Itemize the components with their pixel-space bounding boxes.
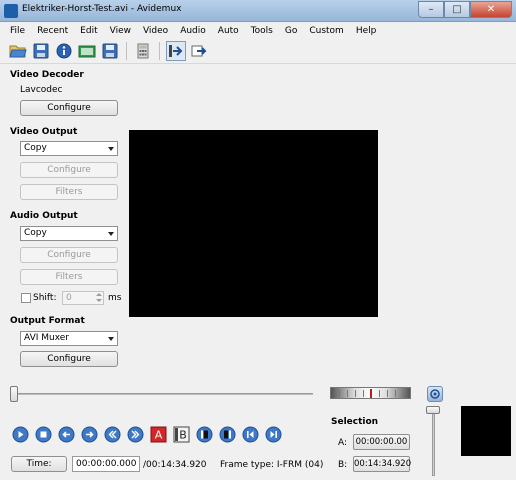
play-filtered-icon[interactable]: [166, 41, 186, 61]
toolbar: [0, 39, 516, 64]
menu-file[interactable]: File: [4, 26, 31, 36]
audio-output-configure-button[interactable]: Configure: [20, 247, 118, 263]
menu-tools[interactable]: Tools: [245, 26, 279, 36]
menu-go[interactable]: Go: [279, 26, 303, 36]
selection-a-label: A:: [338, 438, 348, 448]
stop-icon[interactable]: [34, 425, 52, 443]
jog-tick: [379, 390, 380, 397]
next-black-frame-icon[interactable]: [218, 425, 236, 443]
menu-edit[interactable]: Edit: [74, 26, 103, 36]
minimize-button[interactable]: –: [418, 1, 444, 18]
selection-a-button[interactable]: 00:00:00.00: [353, 434, 410, 450]
output-format-title: Output Format: [10, 316, 85, 326]
close-button[interactable]: ✕: [470, 1, 512, 18]
navigation-buttons: A B: [11, 424, 282, 444]
window-controls: – □ ✕: [418, 1, 512, 19]
output-format-select[interactable]: AVI Muxer: [20, 331, 118, 346]
video-preview: [129, 130, 378, 317]
menu-custom[interactable]: Custom: [303, 26, 349, 36]
chevron-down-icon: [108, 147, 114, 151]
audio-output-codec-select[interactable]: Copy: [20, 226, 118, 241]
audio-output-title: Audio Output: [10, 211, 78, 221]
spin-up-icon[interactable]: [96, 293, 102, 296]
output-format-value: AVI Muxer: [24, 333, 70, 343]
audio-shift-spinbox[interactable]: 0: [62, 291, 104, 305]
selection-title: Selection: [331, 417, 379, 427]
menu-video[interactable]: Video: [137, 26, 174, 36]
open-folder-icon[interactable]: [77, 41, 97, 61]
chevron-down-icon: [108, 232, 114, 236]
current-time-field[interactable]: 00:00:00.000: [72, 456, 140, 472]
previous-keyframe-icon[interactable]: [103, 425, 121, 443]
volume-slider-track[interactable]: [432, 407, 435, 476]
previous-frame-icon[interactable]: [57, 425, 75, 443]
selection-b-label: B:: [338, 460, 348, 470]
jog-shuttle[interactable]: [330, 387, 411, 399]
maximize-button[interactable]: □: [444, 1, 470, 18]
video-decoder-title: Video Decoder: [10, 70, 84, 80]
jog-tick: [387, 390, 388, 397]
jog-tick: [355, 390, 356, 397]
next-keyframe-icon[interactable]: [126, 425, 144, 443]
timeline-slider-handle[interactable]: [10, 386, 18, 402]
jog-tick: [347, 390, 348, 397]
jog-center-marker: [370, 389, 372, 398]
save-icon[interactable]: [31, 41, 51, 61]
jog-tick: [339, 390, 340, 397]
menu-help[interactable]: Help: [350, 26, 383, 36]
save-as-icon[interactable]: [100, 41, 120, 61]
set-marker-a-icon[interactable]: A: [149, 425, 167, 443]
volume-slider-handle[interactable]: [426, 406, 440, 414]
spin-down-icon[interactable]: [96, 299, 102, 302]
video-decoder-configure-button[interactable]: Configure: [20, 100, 118, 116]
video-output-configure-button[interactable]: Configure: [20, 162, 118, 178]
volume-icon[interactable]: [427, 386, 443, 402]
info-icon[interactable]: [54, 41, 74, 61]
selection-b-button[interactable]: 00:14:34.920: [353, 456, 411, 472]
jog-tick: [363, 390, 364, 397]
go-to-first-frame-icon[interactable]: [241, 425, 259, 443]
total-time: /00:14:34.920: [143, 460, 207, 470]
svg-text:B: B: [179, 428, 187, 441]
toolbar-separator: [126, 42, 127, 60]
svg-text:A: A: [154, 428, 162, 441]
avidemux-app-icon: [4, 4, 18, 18]
audio-output-filters-button[interactable]: Filters: [20, 269, 118, 285]
title-bar: Elektriker-Horst-Test.avi - Avidemux – □…: [0, 0, 516, 22]
calculator-icon[interactable]: [133, 41, 153, 61]
menu-auto[interactable]: Auto: [212, 26, 245, 36]
mini-preview: [461, 406, 511, 456]
output-format-configure-button[interactable]: Configure: [20, 351, 118, 367]
set-marker-b-icon[interactable]: B: [172, 425, 190, 443]
audio-shift-unit: ms: [108, 293, 122, 303]
previous-black-frame-icon[interactable]: [195, 425, 213, 443]
menu-bar: File Recent Edit View Video Audio Auto T…: [0, 22, 516, 39]
chevron-down-icon: [108, 337, 114, 341]
go-to-last-frame-icon[interactable]: [264, 425, 282, 443]
menu-audio[interactable]: Audio: [174, 26, 212, 36]
time-button[interactable]: Time:: [11, 456, 67, 472]
jog-tick: [395, 390, 396, 397]
video-output-codec-select[interactable]: Copy: [20, 141, 118, 156]
menu-view[interactable]: View: [104, 26, 137, 36]
output-icon[interactable]: [189, 41, 209, 61]
audio-shift-checkbox[interactable]: [21, 293, 31, 303]
video-output-title: Video Output: [10, 127, 78, 137]
frame-type: Frame type: I-FRM (04): [220, 460, 324, 470]
menu-recent[interactable]: Recent: [31, 26, 74, 36]
jog-tick: [403, 390, 404, 397]
toolbar-separator: [159, 42, 160, 60]
video-decoder-name: Lavcodec: [20, 85, 63, 95]
next-frame-icon[interactable]: [80, 425, 98, 443]
play-icon[interactable]: [11, 425, 29, 443]
video-output-filters-button[interactable]: Filters: [20, 184, 118, 200]
window-title: Elektriker-Horst-Test.avi - Avidemux: [22, 4, 182, 14]
audio-shift-label: Shift:: [33, 293, 57, 303]
timeline-slider-track[interactable]: [10, 393, 313, 395]
audio-shift-value: 0: [66, 293, 72, 303]
audio-output-codec-value: Copy: [24, 228, 47, 238]
video-output-codec-value: Copy: [24, 143, 47, 153]
open-file-icon[interactable]: [8, 41, 28, 61]
